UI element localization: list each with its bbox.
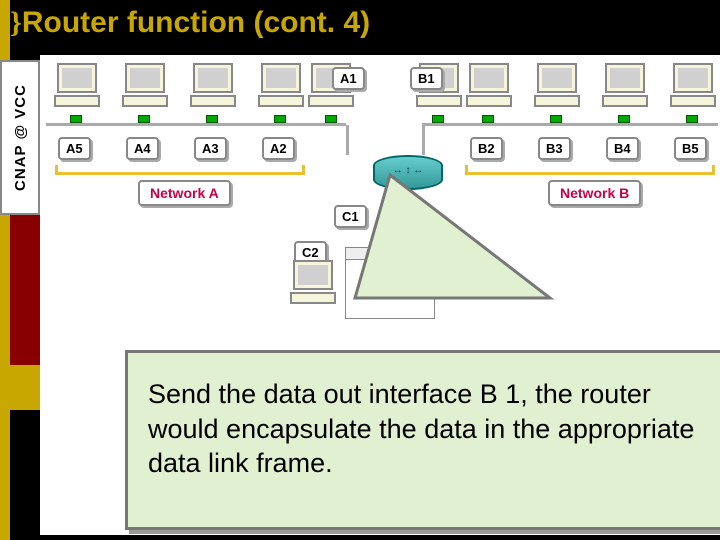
sidebar-badge: CNAP @ VCC [0,60,40,215]
pc [52,63,102,111]
pc [188,63,238,111]
pc [464,63,514,111]
router-link [422,125,425,155]
pc [288,260,338,308]
sidebar-red [10,215,40,365]
callout-text: Send the data out interface B 1, the rou… [148,377,717,481]
router-link [346,125,349,155]
callout-box: Send the data out interface B 1, the rou… [125,350,720,530]
pc [120,63,170,111]
bus-a [46,123,346,126]
network-a-label: Network A [138,180,231,206]
pc [256,63,306,111]
network-b-label: Network B [548,180,641,206]
host-label: A5 [58,137,91,160]
host-label: A4 [126,137,159,160]
page-title-text: Router function (cont. 4) [22,6,370,39]
nic [482,115,494,123]
nic [138,115,150,123]
nic [618,115,630,123]
network-diagram: A1 B1 A5 A4 A3 A2 B2 B3 B4 B5 Network A … [40,55,720,535]
nic [550,115,562,123]
bracket-a [55,165,305,175]
pc [532,63,582,111]
nic [325,115,337,123]
pc [600,63,650,111]
bus-b [422,123,718,126]
host-label: B3 [538,137,571,160]
port-label-c1: C1 [334,205,367,228]
sidebar-label: CNAP @ VCC [12,84,29,191]
pc [668,63,718,111]
host-label: B4 [606,137,639,160]
bracket-b [465,165,715,175]
routing-table-icon [345,247,435,319]
nic [206,115,218,123]
host-label-b1: B1 [410,67,443,90]
nic [686,115,698,123]
host-label-a1: A1 [332,67,365,90]
host-label: A3 [194,137,227,160]
nic [274,115,286,123]
port-label-d: D [385,205,405,228]
page-title: }Router function (cont. 4) [10,6,370,40]
host-label: B2 [470,137,503,160]
nic [432,115,444,123]
host-label: B5 [674,137,707,160]
host-label: A2 [262,137,295,160]
nic [70,115,82,123]
router-icon: ↔ ↕ ↔ [373,155,443,200]
sidebar: CNAP @ VCC [0,0,40,540]
